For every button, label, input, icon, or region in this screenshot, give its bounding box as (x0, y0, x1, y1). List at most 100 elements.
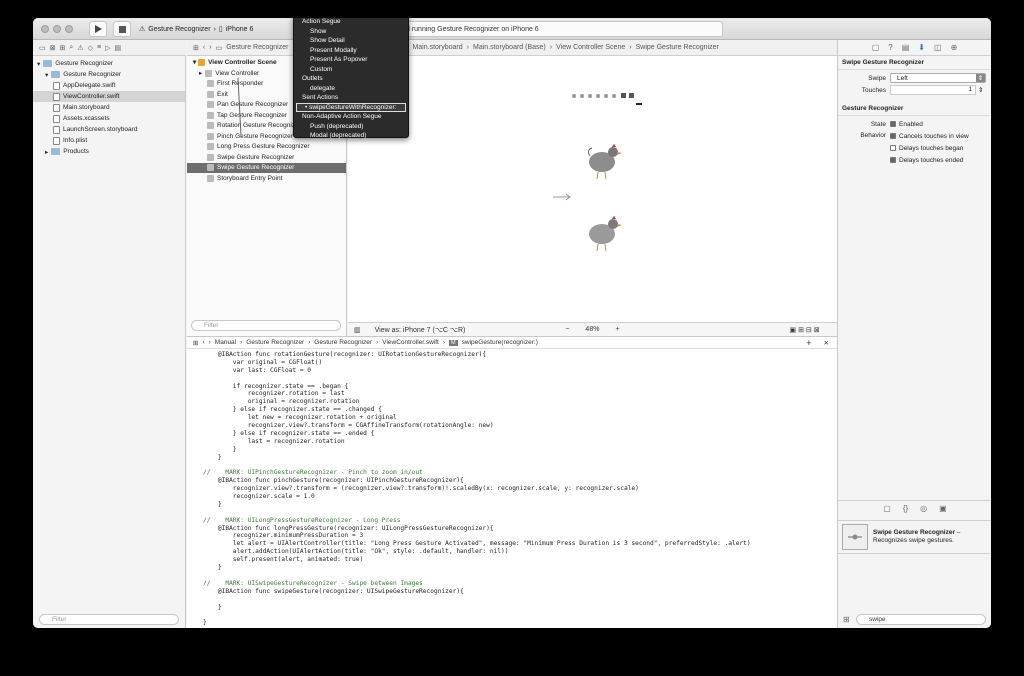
library-item[interactable]: Swipe Gesture Recognizer – Recognizes sw… (838, 520, 991, 554)
menu-item[interactable]: Present As Popover (294, 55, 408, 65)
code-line: } (203, 500, 222, 508)
menu-item[interactable]: Sent Actions (294, 93, 408, 103)
source-control-icon[interactable]: ⊠ (50, 44, 56, 52)
warning-icon[interactable]: ⚠ (77, 44, 83, 52)
forward-icon[interactable]: › (209, 44, 211, 51)
jumpbar-manual[interactable]: Manual (215, 339, 236, 346)
report-icon[interactable]: ▤ (114, 44, 121, 52)
jumpbar-project[interactable]: Gesture Recognizer (246, 339, 304, 346)
related-items-icon[interactable]: ⊞ (193, 339, 198, 347)
back-icon[interactable]: ‹ (202, 339, 204, 346)
menu-item[interactable]: Modal (deprecated) (294, 131, 408, 141)
view-as-label[interactable]: View as: iPhone 7 (⌥C ⌥R) (375, 326, 466, 334)
menu-item[interactable]: delegate (294, 84, 408, 94)
grid-view-icon[interactable]: ⊞ (843, 615, 850, 624)
hierarchy-icon[interactable]: ⊞ (60, 44, 66, 52)
stepper-icon[interactable]: ⇕ (978, 86, 983, 94)
run-button[interactable] (89, 21, 107, 37)
help-icon[interactable]: ? (888, 43, 892, 52)
navigator-item[interactable]: ▾ Gesture Recognizer (33, 69, 185, 80)
size-icon[interactable]: ◫ (934, 43, 942, 52)
jumpbar-item-scene[interactable]: View Controller Scene (556, 44, 625, 51)
code-line: recognizer.scale = 1.0 (203, 493, 315, 501)
menu-item[interactable]: • swipeGestureWithRecognizer: (296, 102, 406, 112)
code-text[interactable]: @IBAction func rotationGesture(recognize… (203, 351, 751, 627)
forward-icon[interactable]: › (209, 339, 211, 346)
behavior-checkbox[interactable] (890, 133, 896, 139)
jumpbar-item-swipe[interactable]: Swipe Gesture Recognizer (636, 44, 719, 51)
folder-icon[interactable]: ▭ (39, 44, 46, 52)
close-window-button[interactable] (41, 25, 49, 33)
menu-item[interactable]: Show (294, 27, 408, 37)
menu-item[interactable]: Action Segue (294, 18, 408, 27)
menu-item[interactable]: Outlets (294, 74, 408, 84)
menu-item[interactable]: Custom (294, 65, 408, 75)
close-editor-icon[interactable]: ✕ (824, 339, 829, 347)
menu-item[interactable]: Push (deprecated) (294, 122, 408, 132)
enabled-checkbox[interactable] (890, 121, 896, 127)
scheme-selector[interactable]: ⚠ Gesture Recognizer › ▯ iPhone 6 (139, 22, 253, 36)
swipe-direction-select[interactable]: Left ⇕ (890, 73, 986, 83)
menu-item[interactable]: Non-Adaptive Action Segue (294, 112, 408, 122)
outline-toggle-icon[interactable]: ▥ (354, 326, 361, 334)
swipe-arrow (553, 193, 571, 201)
jumpbar-item-base[interactable]: Main.storyboard (Base) (473, 44, 546, 51)
connections-icon[interactable]: ⊕ (951, 43, 958, 52)
navigator-item[interactable]: ▾ Gesture Recognizer (33, 58, 185, 69)
object-library-icon[interactable]: ◎ (920, 504, 927, 513)
navigator-item[interactable]: AppDelegate.swift (33, 80, 185, 91)
disclosure-icon[interactable]: ▸ (45, 148, 48, 156)
disclosure-icon[interactable]: ▸ (199, 69, 202, 77)
identity-icon[interactable]: ▤ (902, 43, 910, 52)
navigator-item[interactable]: Info.plist (33, 135, 185, 146)
outline-item[interactable]: Swipe Gesture Recognizer (187, 162, 346, 173)
storyboard-canvas[interactable]: ▥ View as: iPhone 7 (⌥C ⌥R) − 48% + ▣ ⊞ … (348, 56, 837, 336)
touches-field[interactable]: 1 (890, 85, 976, 95)
navigator-item[interactable]: Main.storyboard (33, 102, 185, 113)
debug-icon[interactable]: ≡ (97, 44, 101, 51)
menu-item[interactable]: Show Detail (294, 36, 408, 46)
jumpbar-project[interactable]: Gesture Recognizer (226, 44, 288, 51)
navigator-item[interactable]: ▸ Products (33, 146, 185, 157)
layout-icons[interactable]: ▣ ⊞ ⊟ ⊠ (790, 326, 820, 334)
stop-button[interactable] (113, 21, 131, 37)
media-library-icon[interactable]: ▣ (939, 504, 947, 513)
zoom-window-button[interactable] (65, 25, 73, 33)
related-items-icon[interactable]: ⊞ (193, 44, 199, 52)
outline-item[interactable]: Swipe Gesture Recognizer (187, 152, 346, 163)
code-line: var original = CGFloat() (203, 358, 323, 366)
search-icon[interactable]: ⌕ (69, 44, 73, 52)
breakpoint-icon[interactable]: ▷ (105, 44, 110, 52)
navigator-item[interactable]: ViewController.swift (33, 91, 185, 102)
outline-item[interactable]: Storyboard Entry Point (187, 173, 346, 184)
outline-item[interactable]: Long Press Gesture Recognizer (187, 142, 346, 153)
code-line: // MARK: UISwipeGestureRecognizer - Swip… (203, 579, 423, 587)
zoom-in-button[interactable]: + (615, 326, 619, 333)
jumpbar-item-storyboard[interactable]: Main.storyboard (412, 44, 462, 51)
navigator-item[interactable]: Assets.xcassets (33, 113, 185, 124)
outline-filter-field[interactable]: Filter (191, 320, 341, 331)
file-inspector-icon[interactable]: ▢ (872, 43, 880, 52)
library-search-field[interactable]: swipe (856, 614, 986, 625)
jumpbar-file[interactable]: ViewController.swift (382, 339, 439, 346)
behavior-checkbox[interactable] (890, 145, 896, 151)
code-snippet-icon[interactable]: {} (903, 504, 908, 513)
behavior-checkbox[interactable] (890, 157, 896, 163)
file-icon (53, 81, 60, 90)
zoom-out-button[interactable]: − (565, 326, 569, 333)
add-editor-icon[interactable]: + (806, 338, 811, 348)
menu-item[interactable]: Present Modally (294, 46, 408, 56)
back-icon[interactable]: ‹ (203, 44, 205, 51)
disclosure-icon[interactable]: ▾ (45, 71, 48, 79)
attributes-icon[interactable]: ⬇ (918, 43, 925, 52)
jumpbar-folder[interactable]: Gesture Recognizer (314, 339, 372, 346)
code-editor[interactable]: ⊞ ‹ › Manual › Gesture Recognizer › Gest… (187, 336, 837, 628)
file-template-icon[interactable]: ▢ (883, 504, 891, 513)
test-icon[interactable]: ◇ (88, 44, 93, 52)
navigator-filter-field[interactable]: Filter (39, 614, 179, 625)
navigator-item[interactable]: LaunchScreen.storyboard (33, 124, 185, 135)
minimize-window-button[interactable] (53, 25, 61, 33)
jumpbar-method[interactable]: swipeGesture(recognizer:) (462, 339, 538, 346)
connection-menu[interactable]: Action Segue Show Show Detail Present Modal… (293, 18, 409, 141)
disclosure-icon[interactable]: ▾ (37, 60, 40, 68)
